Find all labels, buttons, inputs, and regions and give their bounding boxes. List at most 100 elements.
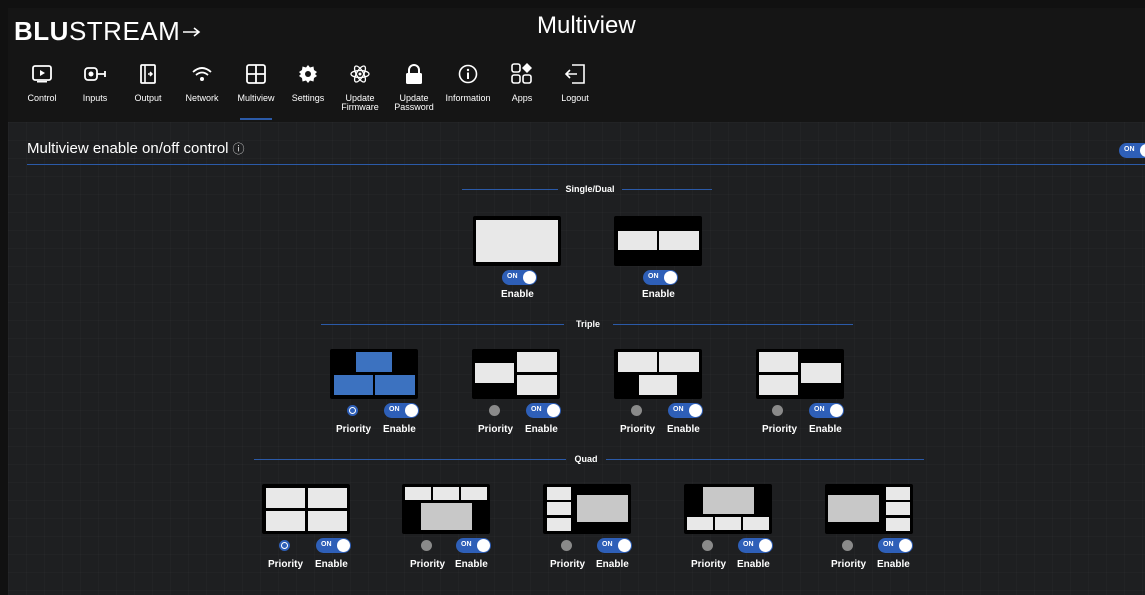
priority-radio[interactable] [561,540,572,551]
enable-toggle[interactable]: ON [643,270,678,285]
enable-toggle[interactable]: ON [526,403,561,418]
lock-icon [406,64,422,84]
priority-label: Priority [478,424,514,435]
priority-radio[interactable] [842,540,853,551]
info-icon[interactable]: ⓘ [233,142,245,156]
nav-label: Update Firmware [341,93,379,112]
enable-label: Enable [667,424,700,435]
priority-label: Priority [620,424,656,435]
layout-quad-4[interactable] [684,484,772,534]
priority-label: Priority [336,424,372,435]
section-divider [462,189,558,190]
section-label-triple: Triple [575,319,600,329]
enable-toggle[interactable]: ON [878,538,913,553]
page-title: Multiview [537,12,636,39]
enable-toggle[interactable]: ON [597,538,632,553]
atom-icon [350,65,370,83]
enable-toggle[interactable]: ON [384,403,419,418]
nav-item-update-firmware[interactable]: Update Firmware [332,60,388,112]
enable-label: Enable [642,289,675,300]
enable-toggle[interactable]: ON [456,538,491,553]
nav-label: Apps [511,93,533,103]
priority-label: Priority [762,424,798,435]
layout-dual[interactable] [614,216,702,266]
layout-triple-4[interactable] [756,349,844,399]
layout-single[interactable] [473,216,561,266]
nav-label: Multiview [237,93,275,103]
section-divider [606,459,924,460]
enable-label: Enable [315,559,348,570]
header-bar: BLU STREAM Multiview Control Inputs Outpu… [8,8,1145,122]
priority-radio[interactable] [279,540,290,551]
multiview-panel: Multiview enable on/off control ⓘ ON Sing… [8,122,1145,595]
nav-label: Control [27,93,57,103]
enable-label: Enable [455,559,488,570]
enable-toggle[interactable]: ON [668,403,703,418]
divider [27,164,1145,165]
enable-label: Enable [877,559,910,570]
priority-label: Priority [831,559,867,570]
priority-radio[interactable] [772,405,783,416]
wifi-icon [192,67,212,81]
nav-item-control[interactable]: Control [14,60,70,103]
info-icon [458,64,478,84]
section-label-quad: Quad [574,454,598,464]
nav-label: Inputs [82,93,108,103]
nav-item-output[interactable]: Output [120,60,176,103]
input-icon [84,67,106,81]
logo-arrow-icon [183,26,201,37]
multiview-master-toggle[interactable]: ON [1119,143,1145,158]
nav-item-logout[interactable]: Logout [547,60,603,103]
enable-toggle[interactable]: ON [502,270,537,285]
section-divider [622,189,712,190]
nav-label: Information [445,93,491,103]
enable-label: Enable [383,424,416,435]
layout-quad-3[interactable] [543,484,631,534]
priority-label: Priority [268,559,304,570]
nav-label: Output [134,93,162,103]
grid-icon [246,64,266,84]
layout-quad-5[interactable] [825,484,913,534]
nav-item-apps[interactable]: Apps [494,60,550,103]
priority-radio[interactable] [347,405,358,416]
layout-triple-3[interactable] [614,349,702,399]
enable-label: Enable [737,559,770,570]
nav-item-settings[interactable]: Settings [280,60,336,103]
nav-item-update-password[interactable]: Update Password [386,60,442,112]
priority-label: Priority [410,559,446,570]
nav-item-multiview[interactable]: Multiview [228,60,284,120]
enable-toggle[interactable]: ON [809,403,844,418]
layout-quad-1[interactable] [262,484,350,534]
blustream-logo: BLU STREAM [14,16,202,47]
layout-quad-2[interactable] [402,484,490,534]
enable-toggle[interactable]: ON [316,538,351,553]
priority-radio[interactable] [489,405,500,416]
enable-label: Enable [596,559,629,570]
section-divider [254,459,566,460]
nav-label: Logout [561,93,589,103]
nav-label: Settings [291,93,325,103]
section-divider [613,324,853,325]
play-icon [32,65,52,83]
nav-label: Update Password [394,93,434,112]
priority-label: Priority [550,559,586,570]
enable-toggle[interactable]: ON [738,538,773,553]
nav-item-information[interactable]: Information [440,60,496,103]
nav-item-inputs[interactable]: Inputs [67,60,123,103]
multiview-heading: Multiview enable on/off control ⓘ [27,140,245,157]
layout-triple-1[interactable] [330,349,418,399]
enable-label: Enable [525,424,558,435]
priority-label: Priority [691,559,727,570]
output-icon [140,64,156,84]
nav-item-network[interactable]: Network [174,60,230,103]
enable-label: Enable [501,289,534,300]
nav-label: Network [185,93,219,103]
apps-icon [511,63,532,84]
enable-label: Enable [809,424,842,435]
section-divider [321,324,564,325]
section-label-single-dual: Single/Dual [565,184,615,194]
priority-radio[interactable] [702,540,713,551]
layout-triple-2[interactable] [472,349,560,399]
priority-radio[interactable] [631,405,642,416]
priority-radio[interactable] [421,540,432,551]
